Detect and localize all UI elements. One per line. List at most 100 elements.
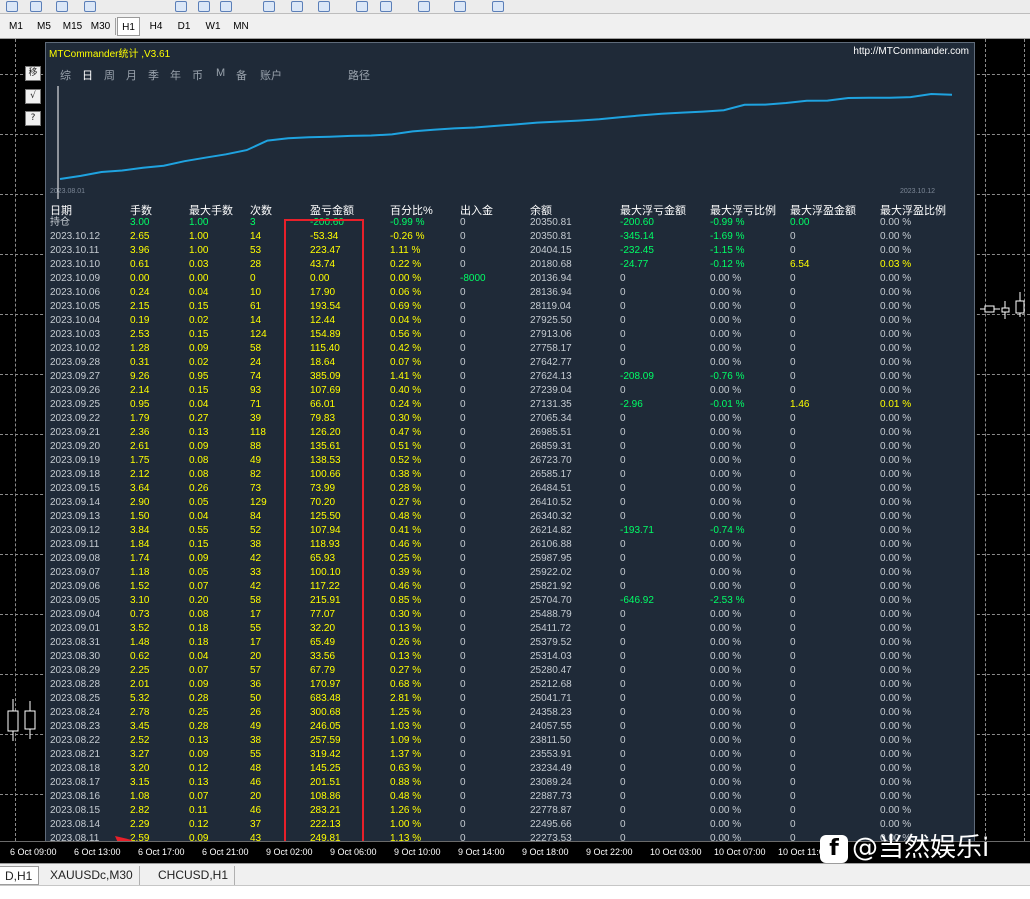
table-cell: 0.69 %: [390, 301, 422, 312]
table-cell: 25987.95: [530, 553, 572, 564]
chart-tab[interactable]: CHCUSD,H1: [152, 866, 236, 885]
timeframe-h4[interactable]: H4: [144, 17, 168, 36]
toolbar-icon[interactable]: [198, 1, 210, 12]
toolbar-icon[interactable]: [380, 1, 392, 12]
table-cell: 2023.09.06: [50, 581, 101, 592]
table-cell: -1.15 %: [710, 245, 745, 256]
table-cell: 1.25 %: [390, 707, 422, 718]
table-cell: 27131.35: [530, 399, 572, 410]
timeframe-w1[interactable]: W1: [200, 17, 226, 36]
table-cell: 0: [460, 665, 466, 676]
time-label: 9 Oct 06:00: [330, 847, 377, 857]
table-cell: 0: [790, 721, 796, 732]
table-row: 2023.09.06 1.52 0.07 42 117.22 0.46 % 0 25821.9…: [46, 580, 974, 594]
autotrading-icon[interactable]: [84, 1, 96, 12]
table-cell: 1.48: [130, 637, 150, 648]
chart-tab[interactable]: D,H1: [0, 866, 40, 885]
confirm-button[interactable]: √: [25, 89, 41, 104]
table-cell: 0.00 %: [880, 693, 912, 704]
toolbar-icon[interactable]: [56, 1, 68, 12]
timeframe-d1[interactable]: D1: [172, 17, 196, 36]
table-cell: 26340.32: [530, 511, 572, 522]
tile-icon[interactable]: [318, 1, 330, 12]
table-cell: 0.00 %: [710, 567, 742, 578]
table-cell: 26585.17: [530, 469, 572, 480]
table-cell: 2.52: [130, 735, 150, 746]
table-cell: 0: [790, 833, 796, 841]
table-row: 2023.09.05 3.10 0.20 58 215.91 0.85 % 0 25704.7…: [46, 594, 974, 608]
table-cell: 0.00 %: [710, 693, 742, 704]
toolbar-icon[interactable]: [220, 1, 232, 12]
candle-body: [24, 710, 36, 730]
table-cell: 2.15: [130, 301, 150, 312]
table-cell: 0.00 %: [710, 343, 742, 354]
add-indicator-icon[interactable]: [418, 1, 430, 12]
table-cell: -2.53 %: [710, 595, 745, 606]
chart-tab[interactable]: XAUUSDc,M30: [44, 866, 140, 885]
table-cell: 2.61: [130, 441, 150, 452]
table-cell: 20350.81: [530, 231, 572, 242]
table-row: 2023.10.05 2.15 0.15 61 193.54 0.69 % 0 28119.0…: [46, 300, 974, 314]
table-row: 2023.09.08 1.74 0.09 42 65.93 0.25 % 0 25987.95…: [46, 552, 974, 566]
table-cell: 0: [790, 609, 796, 620]
table-cell: 0: [460, 371, 466, 382]
timeframe-m15[interactable]: M15: [59, 17, 86, 36]
timeframe-h1[interactable]: H1: [117, 17, 140, 36]
table-cell: 0.46 %: [390, 581, 422, 592]
table-cell: 0.00 %: [880, 343, 912, 354]
table-cell: -0.01 %: [710, 399, 745, 410]
table-cell: 0.00 %: [880, 791, 912, 802]
candle-body: [984, 305, 995, 313]
table-cell: 0.48 %: [390, 511, 422, 522]
table-cell: 0: [460, 777, 466, 788]
price-chart[interactable]: 移 √ ? MTCommander统计 ,V3.61 http://MTComm…: [0, 39, 1030, 841]
table-cell: 2023.09.04: [50, 609, 101, 620]
table-cell: 0: [790, 623, 796, 634]
table-cell: 25821.92: [530, 581, 572, 592]
table-cell: 2023.09.15: [50, 483, 101, 494]
zoom-out-icon[interactable]: [291, 1, 303, 12]
table-cell: 0: [790, 245, 796, 256]
table-cell: 0.07: [189, 665, 209, 676]
table-cell: 0.00 %: [880, 805, 912, 816]
table-cell: 0.00 %: [880, 231, 912, 242]
timeframe-m1[interactable]: M1: [4, 17, 28, 36]
table-cell: 1.03 %: [390, 721, 422, 732]
help-button[interactable]: ?: [25, 111, 41, 126]
move-button[interactable]: 移: [25, 66, 41, 81]
table-cell: 0: [460, 749, 466, 760]
table-cell: 0: [620, 469, 626, 480]
zoom-in-icon[interactable]: [263, 1, 275, 12]
table-cell: 0: [620, 707, 626, 718]
table-cell: 0.09: [189, 679, 209, 690]
toolbar-icon[interactable]: [6, 1, 18, 12]
table-cell: -0.12 %: [710, 259, 745, 270]
clock-icon[interactable]: [454, 1, 466, 12]
table-cell: 0: [790, 231, 796, 242]
table-cell: 0.00 %: [710, 539, 742, 550]
table-cell: 0.20: [189, 595, 209, 606]
table-cell: 0: [620, 791, 626, 802]
table-cell: 0: [790, 371, 796, 382]
table-cell: 93: [250, 385, 262, 396]
toolbar-icon[interactable]: [356, 1, 368, 12]
table-cell: 0.04: [189, 511, 209, 522]
table-cell: 0.00 %: [710, 357, 742, 368]
table-cell: 0: [620, 329, 626, 340]
table-cell: 0.55: [189, 525, 209, 536]
table-cell: 0.15: [189, 539, 209, 550]
table-cell: 0.41 %: [390, 525, 422, 536]
table-cell: 0.00 %: [710, 623, 742, 634]
timeframe-mn[interactable]: MN: [228, 17, 254, 36]
table-cell: 0: [460, 217, 466, 228]
toolbar-icon[interactable]: [30, 1, 42, 12]
table-cell: 0: [460, 287, 466, 298]
toolbar-icon[interactable]: [175, 1, 187, 12]
timeframe-m30[interactable]: M30: [87, 17, 114, 36]
table-cell: 0: [790, 539, 796, 550]
table-cell: 61: [250, 301, 262, 312]
table-cell: 0: [460, 399, 466, 410]
template-icon[interactable]: [492, 1, 504, 12]
table-cell: 3.64: [130, 483, 150, 494]
timeframe-m5[interactable]: M5: [32, 17, 56, 36]
